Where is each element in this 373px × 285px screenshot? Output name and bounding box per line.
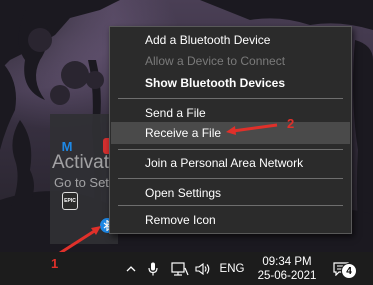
show-hidden-icons-chevron-icon[interactable]: [123, 252, 139, 285]
annotation-arrowhead-2: [226, 126, 236, 135]
annotation-arrow-2: [232, 123, 278, 133]
language-indicator[interactable]: ENG: [218, 252, 246, 285]
microphone-icon[interactable]: [145, 252, 161, 285]
annotation-number-2: 2: [287, 116, 295, 131]
annotation-arrow-1: [59, 228, 97, 252]
clock[interactable]: 09:34 PM 25-06-2021: [252, 255, 322, 283]
annotation-overlay: [59, 123, 278, 252]
volume-icon[interactable]: [193, 252, 213, 285]
clock-time: 09:34 PM: [262, 256, 312, 268]
desktop-background: M EPIC Activate Windows Go to Settings t…: [0, 0, 373, 252]
notification-count-badge: 4: [341, 263, 357, 279]
clock-date: 25-06-2021: [257, 270, 317, 282]
network-icon[interactable]: [170, 252, 190, 285]
annotation-number-1: 1: [51, 256, 59, 271]
